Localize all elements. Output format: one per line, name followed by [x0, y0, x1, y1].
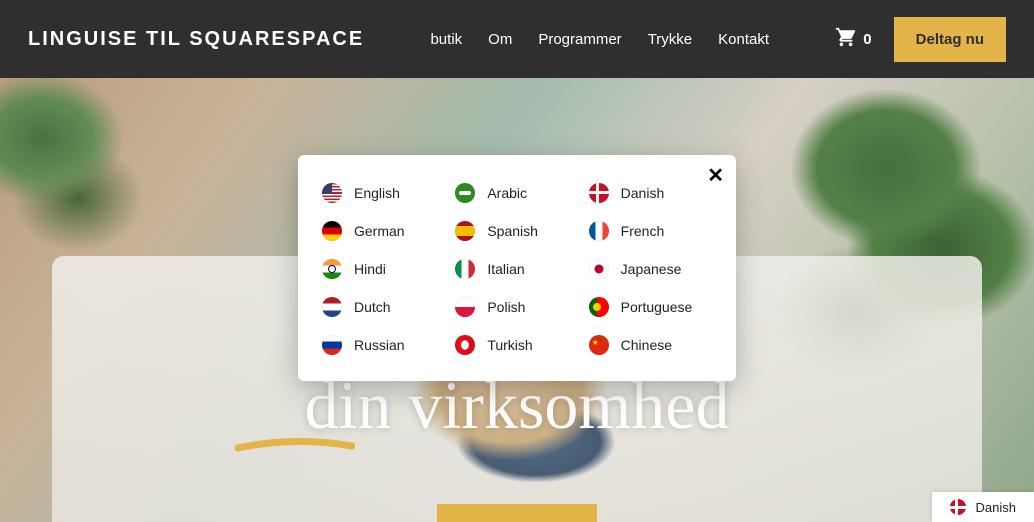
flag-it-icon	[455, 259, 475, 279]
nav-about[interactable]: Om	[488, 31, 512, 48]
lang-german[interactable]: German	[322, 221, 445, 241]
site-header: LINGUISE TIL SQUARESPACE butik Om Progra…	[0, 0, 1034, 78]
lang-label: English	[354, 185, 400, 201]
flag-nl-icon	[322, 297, 342, 317]
lang-danish[interactable]: Danish	[589, 183, 712, 203]
lang-label: French	[621, 223, 665, 239]
lang-label: Dutch	[354, 299, 391, 315]
header-right: 0 Deltag nu	[835, 17, 1006, 62]
lang-italian[interactable]: Italian	[455, 259, 578, 279]
language-modal: ✕ English Arabic Danish German Spanish F…	[298, 155, 736, 381]
flag-dk-icon	[589, 183, 609, 203]
lang-polish[interactable]: Polish	[455, 297, 578, 317]
join-button[interactable]: Deltag nu	[894, 17, 1006, 62]
language-grid: English Arabic Danish German Spanish Fre…	[322, 183, 712, 355]
plant-decor-left	[0, 78, 150, 278]
lang-dutch[interactable]: Dutch	[322, 297, 445, 317]
flag-us-icon	[322, 183, 342, 203]
nav-contact[interactable]: Kontakt	[718, 31, 769, 48]
lang-hindi[interactable]: Hindi	[322, 259, 445, 279]
cart-button[interactable]: 0	[835, 26, 871, 52]
nav-press[interactable]: Trykke	[648, 31, 692, 48]
close-icon[interactable]: ✕	[707, 163, 724, 188]
cart-icon	[835, 26, 857, 52]
lang-japanese[interactable]: Japanese	[589, 259, 712, 279]
lang-label: Arabic	[487, 185, 527, 201]
lang-label: Chinese	[621, 337, 672, 353]
lang-label: Italian	[487, 261, 524, 277]
lang-turkish[interactable]: Turkish	[455, 335, 578, 355]
lang-label: Spanish	[487, 223, 538, 239]
flag-pt-icon	[589, 297, 609, 317]
lang-label: Polish	[487, 299, 525, 315]
lang-russian[interactable]: Russian	[322, 335, 445, 355]
underline-swoosh-icon	[235, 438, 355, 454]
flag-sa-icon	[455, 183, 475, 203]
lang-label: Turkish	[487, 337, 532, 353]
flag-de-icon	[322, 221, 342, 241]
flag-ru-icon	[322, 335, 342, 355]
cart-count: 0	[863, 31, 871, 48]
brand-title: LINGUISE TIL SQUARESPACE	[28, 28, 364, 51]
lang-label: Japanese	[621, 261, 682, 277]
flag-dk-icon	[950, 499, 966, 515]
flag-es-icon	[455, 221, 475, 241]
lang-arabic[interactable]: Arabic	[455, 183, 578, 203]
nav-shop[interactable]: butik	[430, 31, 462, 48]
flag-in-icon	[322, 259, 342, 279]
flag-fr-icon	[589, 221, 609, 241]
lang-english[interactable]: English	[322, 183, 445, 203]
current-language-label: Danish	[976, 500, 1016, 515]
lang-chinese[interactable]: Chinese	[589, 335, 712, 355]
lang-label: German	[354, 223, 405, 239]
flag-jp-icon	[589, 259, 609, 279]
main-nav: butik Om Programmer Trykke Kontakt	[430, 31, 769, 48]
lang-portuguese[interactable]: Portuguese	[589, 297, 712, 317]
flag-cn-icon	[589, 335, 609, 355]
flag-pl-icon	[455, 297, 475, 317]
lang-label: Russian	[354, 337, 405, 353]
lang-spanish[interactable]: Spanish	[455, 221, 578, 241]
language-switcher[interactable]: Danish	[932, 492, 1034, 522]
lang-label: Portuguese	[621, 299, 693, 315]
hero-cta-peek[interactable]	[437, 504, 597, 522]
lang-french[interactable]: French	[589, 221, 712, 241]
nav-programs[interactable]: Programmer	[538, 31, 621, 48]
lang-label: Danish	[621, 185, 665, 201]
lang-label: Hindi	[354, 261, 386, 277]
flag-tr-icon	[455, 335, 475, 355]
